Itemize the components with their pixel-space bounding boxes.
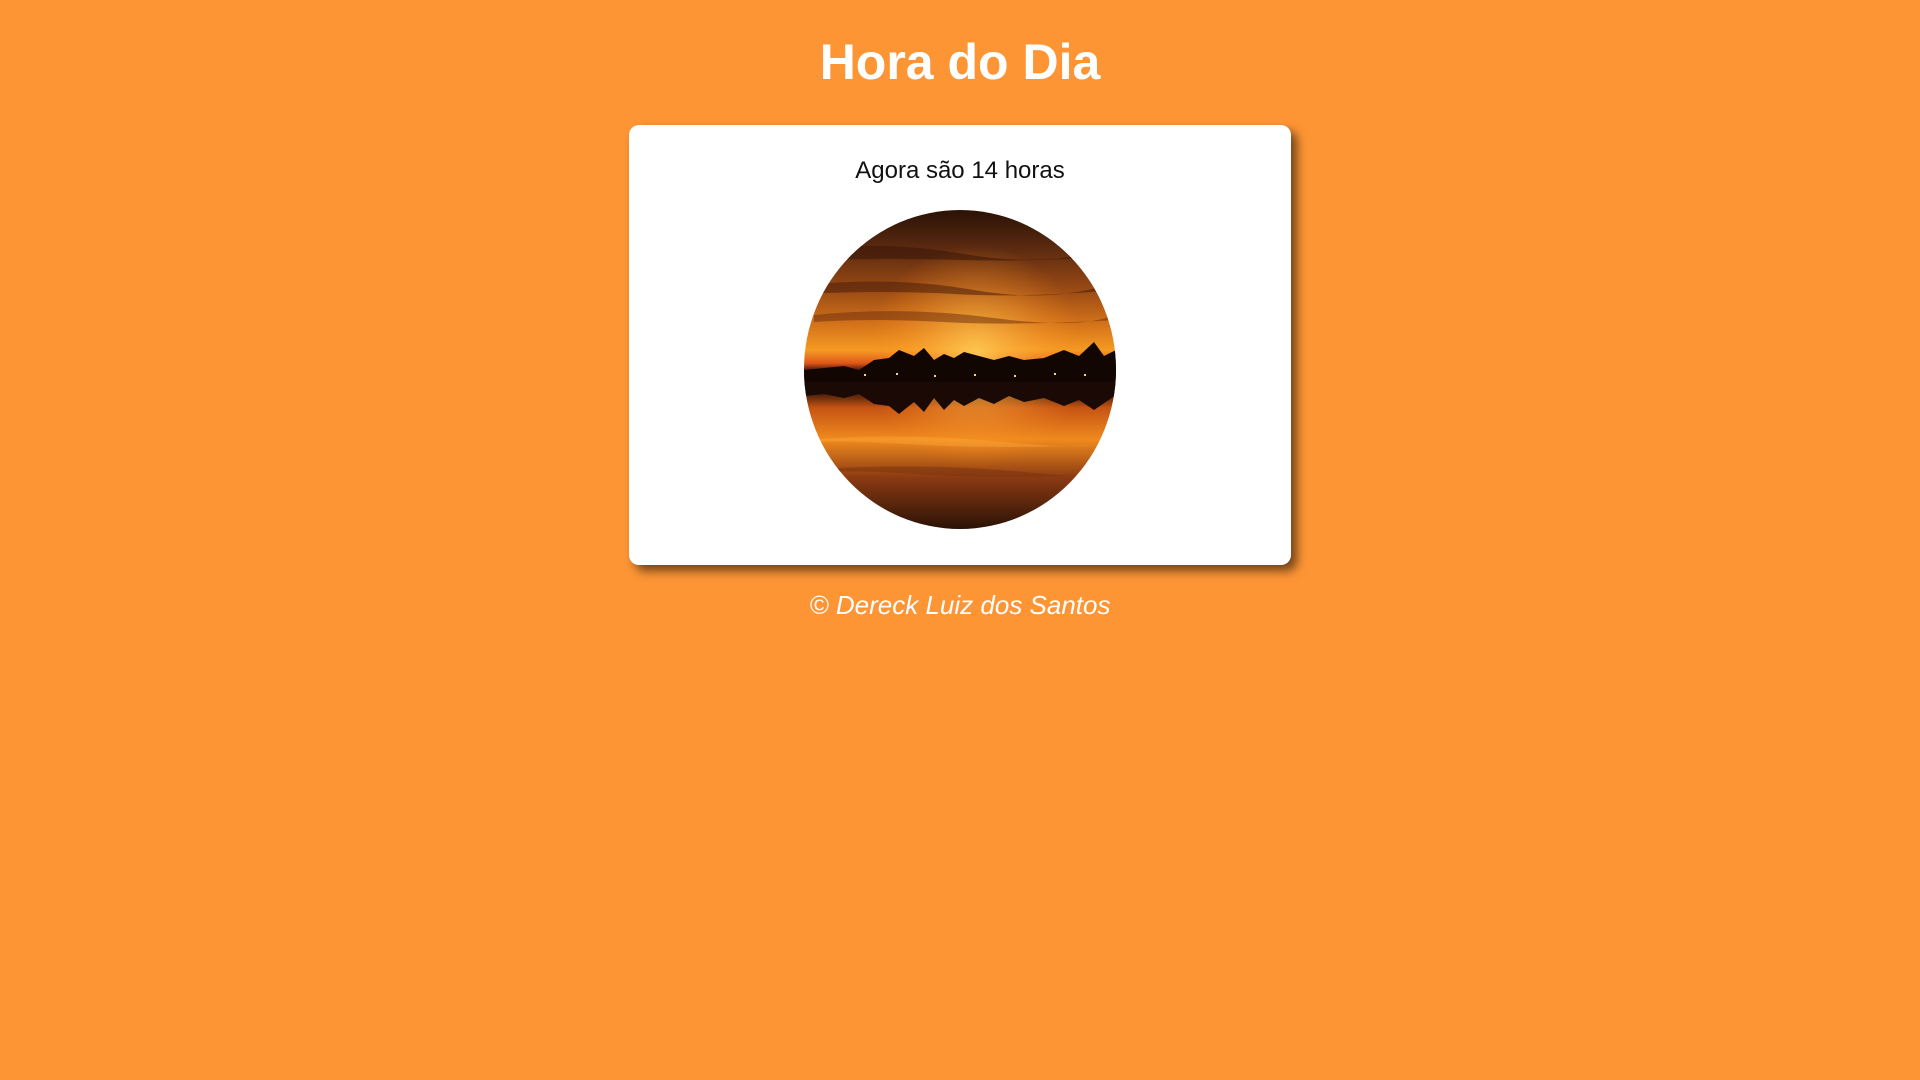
page-title: Hora do Dia — [819, 34, 1101, 90]
sunset-image — [804, 210, 1116, 529]
time-message: Agora são 14 horas — [855, 157, 1065, 184]
time-card: Agora são 14 horas — [629, 125, 1291, 565]
footer-copyright: © Dereck Luiz dos Santos — [809, 590, 1111, 620]
sunset-photo — [804, 210, 1116, 529]
